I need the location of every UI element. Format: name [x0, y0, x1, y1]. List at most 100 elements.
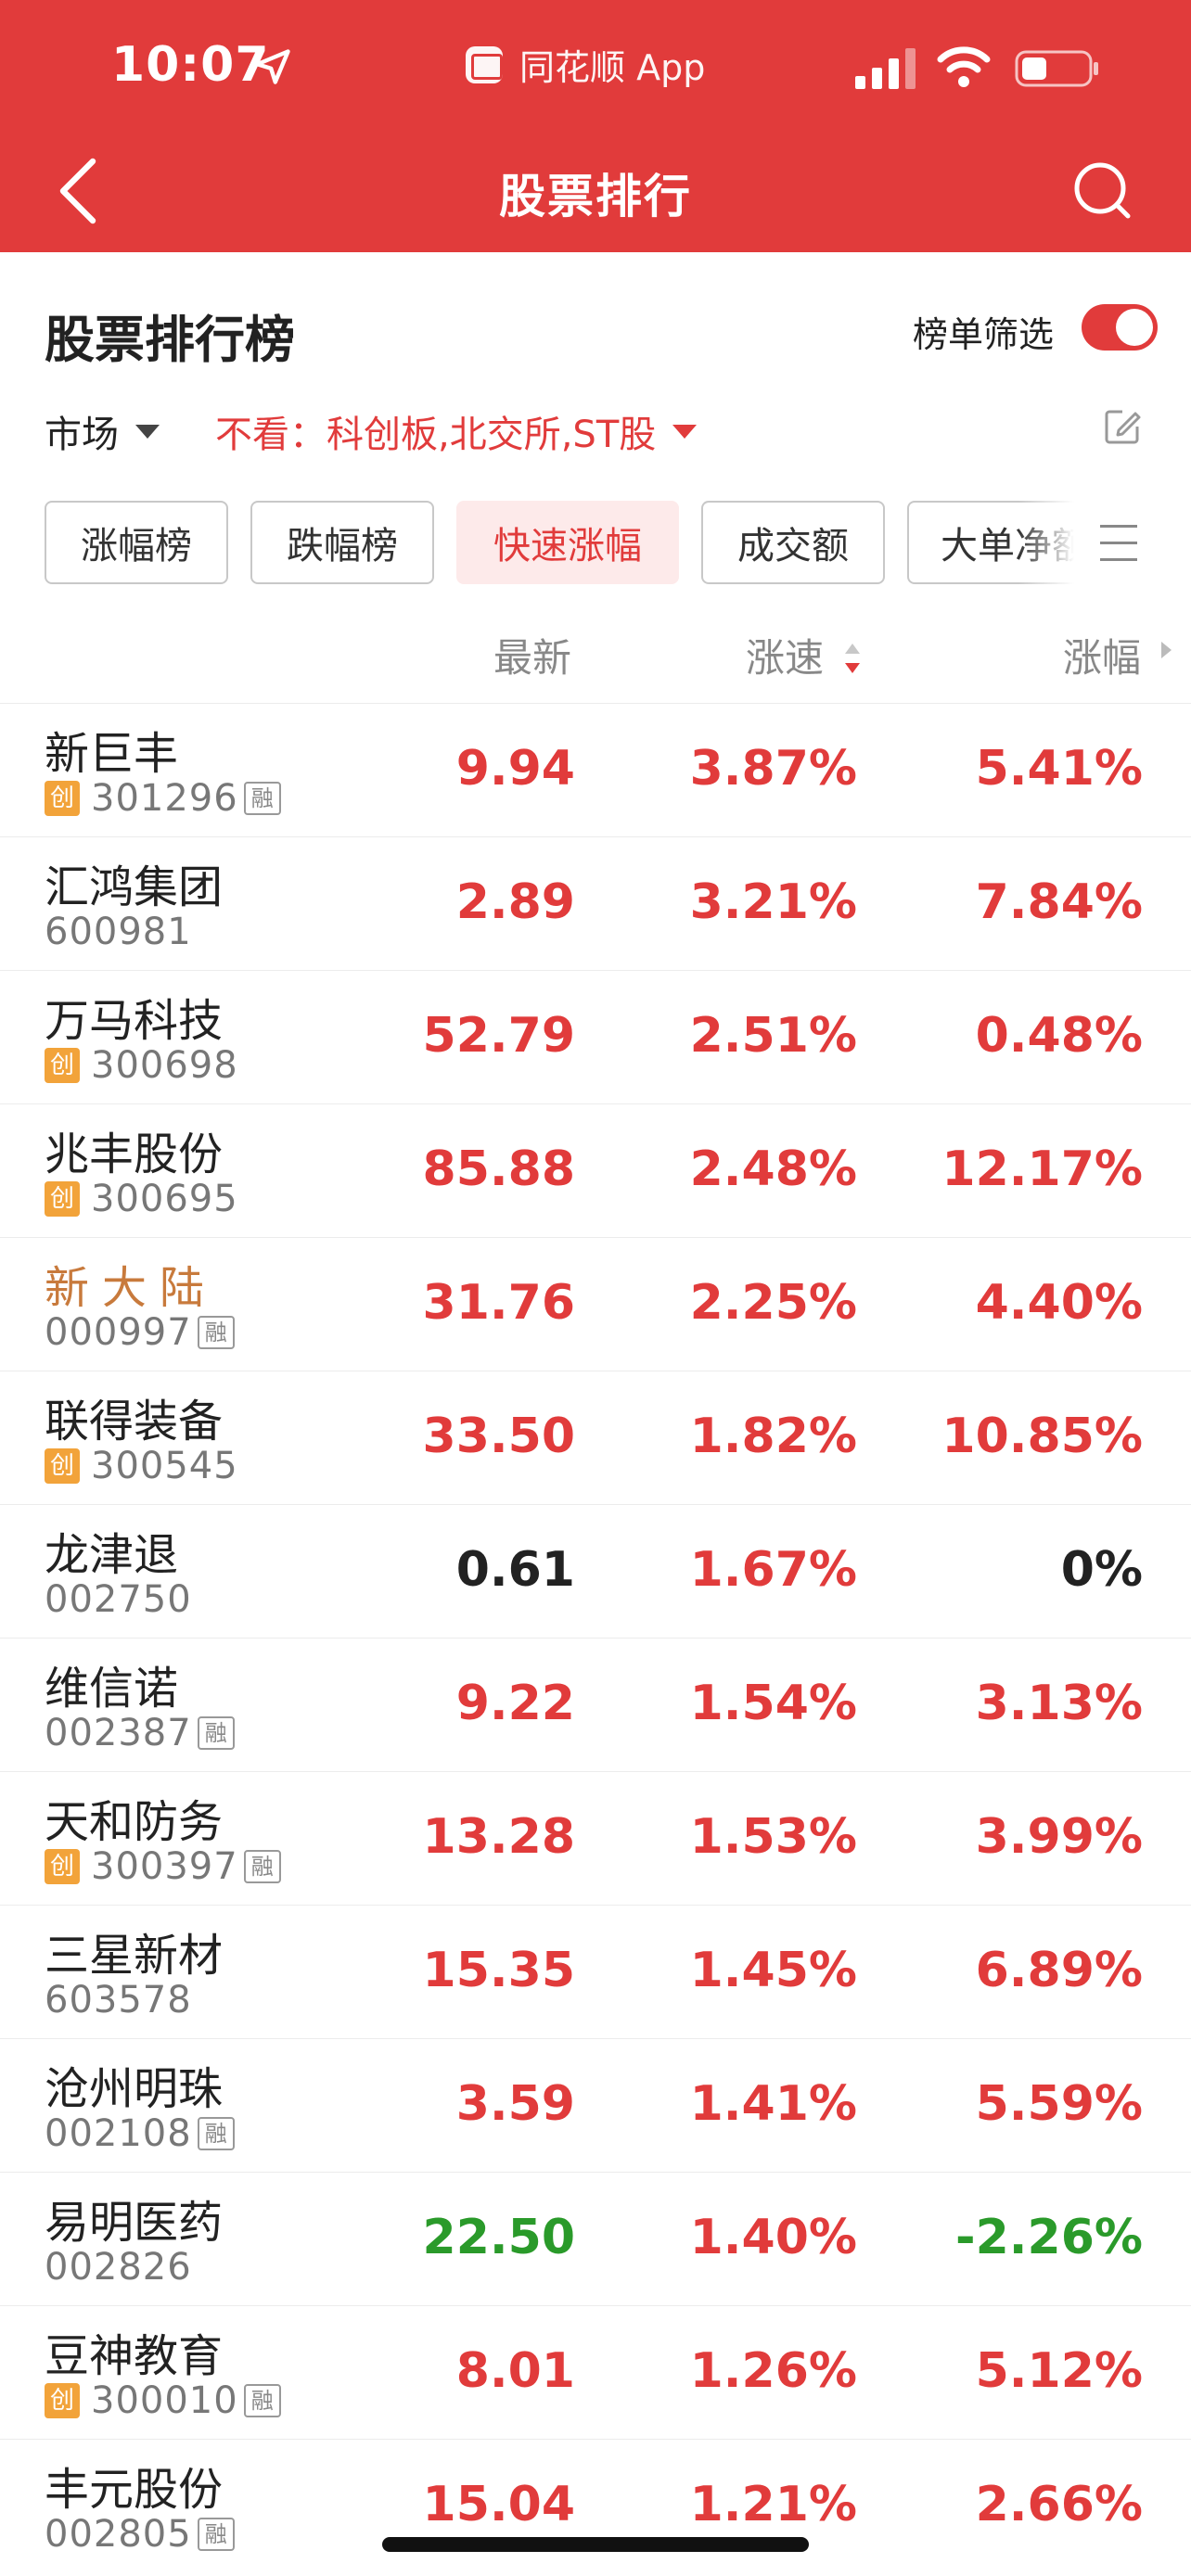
stock-change: 5.41%	[975, 741, 1143, 797]
margin-badge: 融	[197, 2117, 235, 2150]
stock-change: 10.85%	[941, 1409, 1143, 1464]
stock-row[interactable]: 龙津退 002750 0.61 1.67% 0%	[0, 1504, 1191, 1638]
stock-row[interactable]: 万马科技创 300698 52.79 2.51% 0.48%	[0, 970, 1191, 1103]
tabs-fade	[1018, 501, 1074, 586]
toggle-knob	[1116, 309, 1153, 346]
stock-speed: 2.51%	[689, 1008, 857, 1064]
margin-badge: 融	[243, 782, 281, 815]
app-logo-icon	[466, 45, 503, 83]
column-latest[interactable]: 最新	[493, 627, 571, 683]
stock-change: 0%	[1060, 1542, 1143, 1598]
caret-down-icon	[672, 424, 698, 439]
tab-turnover[interactable]: 成交额	[701, 501, 885, 584]
stock-row[interactable]: 豆神教育创 300010 融 8.01 1.26% 5.12%	[0, 2305, 1191, 2439]
stock-meta: 002805 融	[45, 2512, 235, 2557]
stock-meta: 002750	[45, 1577, 192, 1622]
stock-change: 2.66%	[975, 2477, 1143, 2532]
stock-row[interactable]: 易明医药 002826 22.50 1.40% -2.26%	[0, 2172, 1191, 2305]
stock-code: 002805	[45, 2513, 192, 2556]
stock-code: 002750	[45, 1578, 192, 1621]
stock-row[interactable]: 兆丰股份创 300695 85.88 2.48% 12.17%	[0, 1103, 1191, 1237]
stock-price: 2.89	[455, 874, 575, 930]
location-arrow-icon	[255, 49, 290, 84]
stock-row[interactable]: 三星新材 603578 15.35 1.45% 6.89%	[0, 1905, 1191, 2038]
stock-row[interactable]: 维信诺 002387 融 9.22 1.54% 3.13%	[0, 1638, 1191, 1771]
stock-name: 龙津退	[45, 1529, 179, 1581]
stock-row[interactable]: 丰元股份 002805 融 15.04 1.21% 2.66%	[0, 2439, 1191, 2572]
stock-change: 0.48%	[975, 1008, 1143, 1064]
home-indicator	[382, 2537, 809, 2552]
stock-code: 603578	[45, 1979, 192, 2021]
stock-speed: 2.25%	[689, 1275, 857, 1331]
stock-speed: 1.45%	[689, 1943, 857, 1998]
stock-row[interactable]: 新巨丰创 301296 融 9.94 3.87% 5.41%	[0, 703, 1191, 836]
stock-meta: 002826	[45, 2245, 192, 2289]
stock-code: 000997	[45, 1311, 192, 1354]
tab-losers[interactable]: 跌幅榜	[250, 501, 434, 584]
stock-speed: 1.54%	[689, 1676, 857, 1731]
stock-code: 002387	[45, 1712, 192, 1754]
stock-name: 沧州明珠	[45, 2063, 224, 2115]
margin-badge: 融	[243, 1850, 281, 1883]
filter-toggle[interactable]	[1082, 304, 1158, 351]
stock-meta: 002108 融	[45, 2111, 235, 2156]
stock-price: 15.35	[422, 1943, 575, 1998]
tab-fast-rise[interactable]: 快速涨幅	[456, 501, 679, 584]
stock-meta: 创 301296 融	[45, 776, 281, 821]
stock-price: 31.76	[422, 1275, 575, 1331]
stock-change: 5.59%	[975, 2076, 1143, 2132]
stock-change: -2.26%	[955, 2210, 1143, 2265]
search-icon[interactable]	[1069, 158, 1135, 224]
margin-badge: 融	[197, 1316, 235, 1349]
stock-speed: 3.21%	[689, 874, 857, 930]
filter-label: 榜单筛选	[913, 314, 1055, 355]
status-app-indicator[interactable]: 同花顺 App	[466, 39, 705, 90]
stock-speed: 2.48%	[689, 1141, 857, 1197]
stock-change: 12.17%	[941, 1141, 1143, 1197]
exclude-dropdown[interactable]: 不看：科创板,北交所,ST股	[215, 404, 698, 458]
stock-price: 3.59	[455, 2076, 575, 2132]
stock-row[interactable]: 汇鸿集团 600981 2.89 3.21% 7.84%	[0, 836, 1191, 970]
stock-row[interactable]: 新大陆 000997 融 31.76 2.25% 4.40%	[0, 1237, 1191, 1371]
stock-price: 9.22	[455, 1676, 575, 1731]
stock-price: 22.50	[422, 2210, 575, 2265]
stock-meta: 600981	[45, 910, 192, 954]
page-title: 股票排行	[499, 170, 692, 223]
stock-code: 300010	[91, 2379, 238, 2422]
stock-row[interactable]: 沧州明珠 002108 融 3.59 1.41% 5.59%	[0, 2038, 1191, 2172]
stock-name: 维信诺	[45, 1663, 179, 1715]
stock-speed: 1.53%	[689, 1809, 857, 1865]
stock-price: 52.79	[422, 1008, 575, 1064]
caret-down-icon	[135, 424, 160, 439]
stock-name: 万马科技	[45, 995, 224, 1047]
column-change[interactable]: 涨幅	[1063, 627, 1141, 683]
stock-name: 新巨丰	[45, 728, 179, 780]
stock-name: 丰元股份	[45, 2464, 224, 2516]
stock-code: 002108	[45, 2112, 192, 2155]
stock-change: 7.84%	[975, 874, 1143, 930]
battery-icon	[1015, 50, 1098, 87]
chuang-badge: 创	[45, 1181, 80, 1217]
stock-change: 3.13%	[975, 1676, 1143, 1731]
stock-row[interactable]: 天和防务创 300397 融 13.28 1.53% 3.99%	[0, 1771, 1191, 1905]
stock-price: 8.01	[455, 2343, 575, 2399]
status-time: 10:07	[111, 37, 270, 93]
edit-icon[interactable]	[1102, 406, 1143, 447]
stock-change: 6.89%	[975, 1943, 1143, 1998]
stock-name: 天和防务	[45, 1796, 224, 1848]
stock-speed: 1.26%	[689, 2343, 857, 2399]
chuang-badge: 创	[45, 1048, 80, 1083]
tab-gainers[interactable]: 涨幅榜	[45, 501, 228, 584]
market-dropdown[interactable]: 市场	[45, 404, 160, 458]
stock-speed: 1.67%	[689, 1542, 857, 1598]
tabs-menu-icon[interactable]	[1100, 525, 1145, 562]
scroll-right-icon[interactable]	[1161, 642, 1172, 658]
stock-change: 3.99%	[975, 1809, 1143, 1865]
stock-meta: 创 300695	[45, 1177, 238, 1221]
stock-code: 300698	[91, 1044, 238, 1087]
stock-price: 0.61	[455, 1542, 575, 1598]
column-speed[interactable]: 涨速	[746, 627, 824, 683]
sort-desc-icon[interactable]	[842, 640, 863, 677]
stock-meta: 创 300698	[45, 1043, 238, 1088]
stock-row[interactable]: 联得装备创 300545 33.50 1.82% 10.85%	[0, 1371, 1191, 1504]
